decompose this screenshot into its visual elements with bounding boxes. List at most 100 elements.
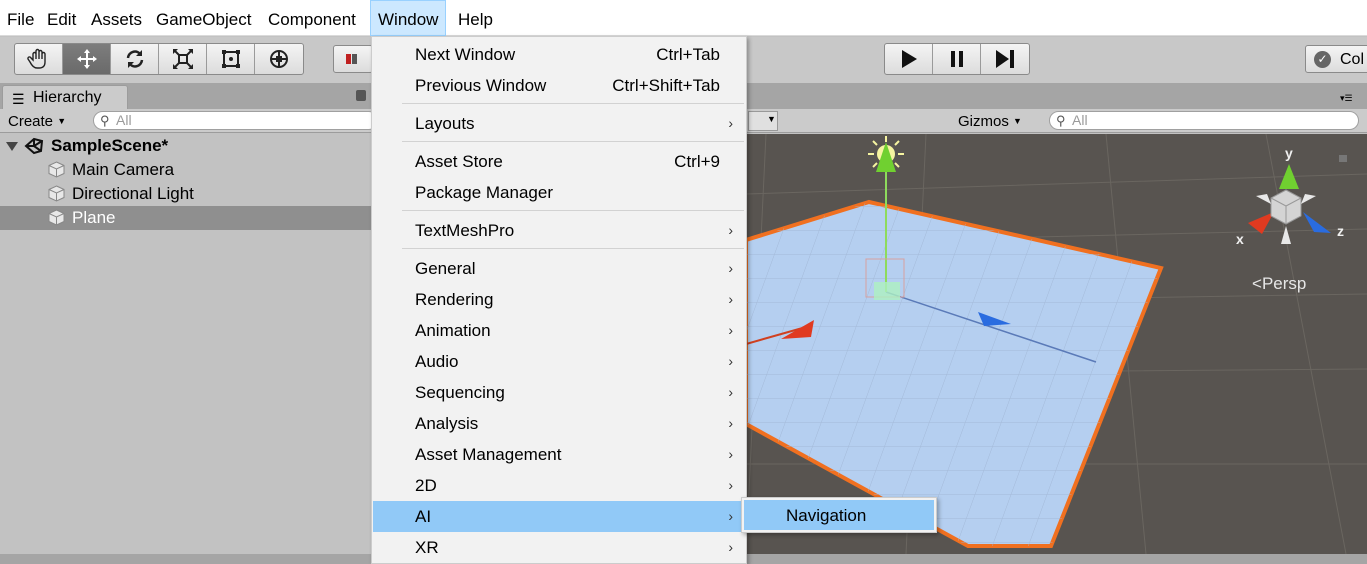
tab-hierarchy-label: Hierarchy [33,89,102,106]
window-menu-dropdown: Next Window Ctrl+Tab Previous Window Ctr… [371,36,747,564]
menu-item-label: Audio [415,352,459,371]
menu-gameobject[interactable]: GameObject [149,0,258,36]
chevron-right-icon: › [728,322,733,338]
menu-item-label: General [415,259,476,278]
menu-item-label: TextMeshPro [415,221,515,240]
tree-item-directional-light[interactable]: Directional Light [0,182,372,206]
axis-label-z: z [1337,223,1344,239]
menu-item-sequencing[interactable]: Sequencing › [373,377,745,408]
menu-item-xr[interactable]: XR › [373,532,745,563]
menu-help[interactable]: Help [451,0,500,36]
scene-search-input[interactable]: ⚲ All [1049,111,1359,130]
menu-item-ai[interactable]: AI › [373,501,745,532]
menu-separator [402,248,744,249]
transform-icon [270,50,288,68]
chevron-right-icon: › [728,353,733,369]
ai-submenu: Navigation [741,497,937,533]
step-icon [996,50,1014,68]
menu-item-rendering[interactable]: Rendering › [373,284,745,315]
pause-button[interactable] [933,44,981,74]
menu-item-general[interactable]: General › [373,253,745,284]
lock-icon[interactable] [1339,155,1347,162]
scale-tool-button[interactable] [159,44,207,74]
menu-item-label: Rendering [415,290,494,309]
collab-label: Col [1340,51,1365,68]
chevron-right-icon: › [728,415,733,431]
menu-item-label: Sequencing [415,383,505,402]
rotate-tool-button[interactable] [111,44,159,74]
tree-item-main-camera[interactable]: Main Camera [0,158,372,182]
scene-row[interactable]: SampleScene* [0,134,372,158]
menu-edit[interactable]: Edit [40,0,83,36]
hierarchy-toolbar: Create ▼ ⚲ All [0,109,378,133]
menu-item-2d[interactable]: 2D › [373,470,745,501]
play-icon [901,50,917,68]
menu-file[interactable]: File [0,0,41,36]
panel-menu-icon[interactable]: ▾☰ [1340,93,1353,104]
dropdown-arrow-icon: ▼ [767,114,776,124]
create-dropdown[interactable]: Create ▼ [8,111,66,131]
gameobject-cube-icon [48,209,65,226]
menu-item-label: Previous Window [415,76,547,95]
chevron-right-icon: › [728,222,733,238]
shading-dropdown[interactable]: ▼ [748,111,778,131]
unity-logo-icon [24,137,44,155]
gizmos-label: Gizmos [958,113,1009,130]
menu-item-shortcut: Ctrl+Shift+Tab [612,76,720,95]
tree-item-plane[interactable]: Plane [0,206,372,230]
menu-item-next-window[interactable]: Next Window Ctrl+Tab [373,39,745,70]
menu-item-animation[interactable]: Animation › [373,315,745,346]
hand-icon [26,48,46,69]
chevron-right-icon: › [728,260,733,276]
dropdown-arrow-icon: ▼ [1013,116,1022,126]
menu-component[interactable]: Component [261,0,363,36]
menu-window[interactable]: Window [370,0,447,36]
chevron-right-icon: › [728,477,733,493]
axis-label-y: y [1285,145,1293,161]
collab-button[interactable]: ✓ Col [1305,45,1367,73]
move-tool-button[interactable] [63,44,111,74]
menu-item-textmeshpro[interactable]: TextMeshPro › [373,215,745,246]
pivot-toggle-button[interactable] [333,45,373,73]
gameobject-cube-icon [48,185,65,202]
scene-name: SampleScene* [51,136,169,155]
rect-tool-button[interactable] [207,44,255,74]
menu-item-analysis[interactable]: Analysis › [373,408,745,439]
menu-item-previous-window[interactable]: Previous Window Ctrl+Shift+Tab [373,70,745,101]
scene-search-placeholder: All [1072,112,1088,128]
menu-item-label: Layouts [415,114,475,133]
tab-hierarchy[interactable]: ☰ Hierarchy [2,85,128,109]
hand-tool-button[interactable] [15,44,63,74]
axis-label-x: x [1236,231,1244,247]
expand-arrow-icon[interactable] [6,142,18,151]
persp-toggle[interactable]: <Persp [1252,274,1306,294]
scene-viewport[interactable]: y x z <Persp [746,134,1367,554]
menu-item-label: Animation [415,321,491,340]
scene-tab-bar: ▾☰ [746,83,1367,109]
menu-item-shortcut: Ctrl+Tab [656,45,720,64]
menu-item-asset-store[interactable]: Asset Store Ctrl+9 [373,146,745,177]
hierarchy-tab-bar: ☰ Hierarchy [0,83,372,109]
menu-item-navigation[interactable]: Navigation [744,500,934,530]
create-label: Create [8,113,54,130]
menu-item-label: Analysis [415,414,479,433]
play-button[interactable] [885,44,933,74]
menu-assets[interactable]: Assets [84,0,149,36]
gizmos-dropdown[interactable]: Gizmos ▼ [958,111,1022,132]
lock-icon[interactable] [356,90,366,101]
menu-item-audio[interactable]: Audio › [373,346,745,377]
transform-tool-button[interactable] [255,44,303,74]
menu-item-label: Package Manager [415,183,553,202]
transform-tools [14,43,304,75]
hierarchy-search-input[interactable]: ⚲ All [93,111,378,130]
check-icon: ✓ [1314,51,1331,68]
persp-label-text: Persp [1261,274,1307,293]
menu-item-asset-management[interactable]: Asset Management › [373,439,745,470]
chevron-right-icon: › [728,384,733,400]
step-button[interactable] [981,44,1029,74]
menu-item-package-manager[interactable]: Package Manager [373,177,745,208]
menu-item-label: Asset Store [415,152,503,171]
menu-item-layouts[interactable]: Layouts › [373,108,745,139]
menu-item-label: Asset Management [415,445,562,464]
scene-toolbar: ▼ Gizmos ▼ ⚲ All [746,109,1367,133]
